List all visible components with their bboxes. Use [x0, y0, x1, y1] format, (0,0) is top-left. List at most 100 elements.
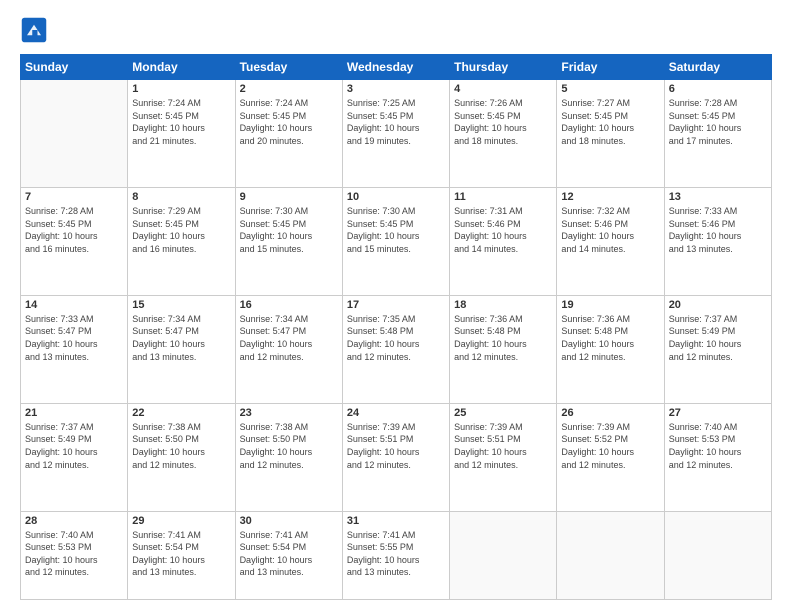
calendar-cell: 17 Sunrise: 7:35 AM Sunset: 5:48 PM Dayli…: [342, 295, 449, 403]
day-number: 7: [25, 191, 123, 203]
weekday-header-thursday: Thursday: [450, 55, 557, 80]
calendar-week-row: 1Sunrise: 7:24 AM Sunset: 5:45 PM Daylig…: [21, 80, 772, 188]
calendar-cell: [450, 511, 557, 599]
day-number: 3: [347, 83, 445, 95]
day-info: Sunrise: 7:30 AM Sunset: 5:45 PM Dayligh…: [240, 205, 338, 255]
calendar-cell: [21, 80, 128, 188]
header: [20, 16, 772, 44]
calendar-cell: 25 Sunrise: 7:39 AM Sunset: 5:51 PM Dayli…: [450, 403, 557, 511]
day-info: Sunrise: 7:27 AM Sunset: 5:45 PM Dayligh…: [561, 97, 659, 147]
day-info: Sunrise: 7:33 AM Sunset: 5:47 PM Dayligh…: [25, 313, 123, 363]
calendar-cell: 8Sunrise: 7:29 AM Sunset: 5:45 PM Daylig…: [128, 187, 235, 295]
page: SundayMondayTuesdayWednesdayThursdayFrid…: [0, 0, 792, 612]
logo-icon: [20, 16, 48, 44]
day-info: Sunrise: 7:40 AM Sunset: 5:53 PM Dayligh…: [669, 421, 767, 471]
day-number: 13: [669, 191, 767, 203]
calendar-cell: [664, 511, 771, 599]
logo: [20, 16, 52, 44]
day-number: 25: [454, 407, 552, 419]
calendar-cell: 31 Sunrise: 7:41 AM Sunset: 5:55 PM Dayli…: [342, 511, 449, 599]
weekday-header-monday: Monday: [128, 55, 235, 80]
day-number: 12: [561, 191, 659, 203]
day-info: Sunrise: 7:39 AM Sunset: 5:51 PM Dayligh…: [347, 421, 445, 471]
calendar-cell: 4 Sunrise: 7:26 AM Sunset: 5:45 PM Daylig…: [450, 80, 557, 188]
day-info: Sunrise: 7:40 AM Sunset: 5:53 PM Dayligh…: [25, 529, 123, 579]
calendar-cell: 29Sunrise: 7:41 AM Sunset: 5:54 PM Dayli…: [128, 511, 235, 599]
day-info: Sunrise: 7:34 AM Sunset: 5:47 PM Dayligh…: [240, 313, 338, 363]
day-number: 20: [669, 299, 767, 311]
calendar-cell: 7 Sunrise: 7:28 AM Sunset: 5:45 PM Daylig…: [21, 187, 128, 295]
calendar-cell: 9 Sunrise: 7:30 AM Sunset: 5:45 PM Daylig…: [235, 187, 342, 295]
day-number: 16: [240, 299, 338, 311]
day-number: 23: [240, 407, 338, 419]
day-info: Sunrise: 7:41 AM Sunset: 5:54 PM Dayligh…: [132, 529, 230, 579]
day-number: 17: [347, 299, 445, 311]
calendar-cell: 28 Sunrise: 7:40 AM Sunset: 5:53 PM Dayli…: [21, 511, 128, 599]
calendar-week-row: 28 Sunrise: 7:40 AM Sunset: 5:53 PM Dayli…: [21, 511, 772, 599]
calendar-week-row: 14 Sunrise: 7:33 AM Sunset: 5:47 PM Dayli…: [21, 295, 772, 403]
calendar-cell: 16 Sunrise: 7:34 AM Sunset: 5:47 PM Dayli…: [235, 295, 342, 403]
day-info: Sunrise: 7:33 AM Sunset: 5:46 PM Dayligh…: [669, 205, 767, 255]
day-number: 26: [561, 407, 659, 419]
day-info: Sunrise: 7:28 AM Sunset: 5:45 PM Dayligh…: [669, 97, 767, 147]
day-number: 4: [454, 83, 552, 95]
day-info: Sunrise: 7:38 AM Sunset: 5:50 PM Dayligh…: [132, 421, 230, 471]
calendar-cell: 19 Sunrise: 7:36 AM Sunset: 5:48 PM Dayli…: [557, 295, 664, 403]
day-info: Sunrise: 7:25 AM Sunset: 5:45 PM Dayligh…: [347, 97, 445, 147]
day-number: 22: [132, 407, 230, 419]
weekday-header-sunday: Sunday: [21, 55, 128, 80]
day-info: Sunrise: 7:38 AM Sunset: 5:50 PM Dayligh…: [240, 421, 338, 471]
day-info: Sunrise: 7:39 AM Sunset: 5:51 PM Dayligh…: [454, 421, 552, 471]
day-info: Sunrise: 7:31 AM Sunset: 5:46 PM Dayligh…: [454, 205, 552, 255]
calendar-header-row: SundayMondayTuesdayWednesdayThursdayFrid…: [21, 55, 772, 80]
day-number: 30: [240, 515, 338, 527]
day-number: 24: [347, 407, 445, 419]
calendar-cell: 27 Sunrise: 7:40 AM Sunset: 5:53 PM Dayli…: [664, 403, 771, 511]
day-info: Sunrise: 7:39 AM Sunset: 5:52 PM Dayligh…: [561, 421, 659, 471]
day-number: 2: [240, 83, 338, 95]
day-info: Sunrise: 7:41 AM Sunset: 5:55 PM Dayligh…: [347, 529, 445, 579]
calendar-cell: 14 Sunrise: 7:33 AM Sunset: 5:47 PM Dayli…: [21, 295, 128, 403]
day-info: Sunrise: 7:36 AM Sunset: 5:48 PM Dayligh…: [454, 313, 552, 363]
day-info: Sunrise: 7:36 AM Sunset: 5:48 PM Dayligh…: [561, 313, 659, 363]
calendar-table: SundayMondayTuesdayWednesdayThursdayFrid…: [20, 54, 772, 600]
day-number: 14: [25, 299, 123, 311]
day-number: 6: [669, 83, 767, 95]
calendar-cell: 30 Sunrise: 7:41 AM Sunset: 5:54 PM Dayli…: [235, 511, 342, 599]
day-info: Sunrise: 7:37 AM Sunset: 5:49 PM Dayligh…: [25, 421, 123, 471]
calendar-cell: [557, 511, 664, 599]
calendar-cell: 12 Sunrise: 7:32 AM Sunset: 5:46 PM Dayli…: [557, 187, 664, 295]
calendar-cell: 22 Sunrise: 7:38 AM Sunset: 5:50 PM Dayli…: [128, 403, 235, 511]
calendar-cell: 2 Sunrise: 7:24 AM Sunset: 5:45 PM Daylig…: [235, 80, 342, 188]
day-info: Sunrise: 7:24 AM Sunset: 5:45 PM Dayligh…: [240, 97, 338, 147]
calendar-cell: 3 Sunrise: 7:25 AM Sunset: 5:45 PM Daylig…: [342, 80, 449, 188]
calendar-cell: 20 Sunrise: 7:37 AM Sunset: 5:49 PM Dayli…: [664, 295, 771, 403]
calendar-cell: 26 Sunrise: 7:39 AM Sunset: 5:52 PM Dayli…: [557, 403, 664, 511]
day-info: Sunrise: 7:32 AM Sunset: 5:46 PM Dayligh…: [561, 205, 659, 255]
day-number: 28: [25, 515, 123, 527]
calendar-cell: 1Sunrise: 7:24 AM Sunset: 5:45 PM Daylig…: [128, 80, 235, 188]
weekday-header-tuesday: Tuesday: [235, 55, 342, 80]
day-number: 9: [240, 191, 338, 203]
day-number: 27: [669, 407, 767, 419]
day-number: 31: [347, 515, 445, 527]
weekday-header-saturday: Saturday: [664, 55, 771, 80]
day-number: 10: [347, 191, 445, 203]
day-info: Sunrise: 7:29 AM Sunset: 5:45 PM Dayligh…: [132, 205, 230, 255]
calendar-week-row: 21Sunrise: 7:37 AM Sunset: 5:49 PM Dayli…: [21, 403, 772, 511]
day-info: Sunrise: 7:28 AM Sunset: 5:45 PM Dayligh…: [25, 205, 123, 255]
day-info: Sunrise: 7:37 AM Sunset: 5:49 PM Dayligh…: [669, 313, 767, 363]
weekday-header-friday: Friday: [557, 55, 664, 80]
day-number: 19: [561, 299, 659, 311]
day-info: Sunrise: 7:41 AM Sunset: 5:54 PM Dayligh…: [240, 529, 338, 579]
calendar-cell: 11 Sunrise: 7:31 AM Sunset: 5:46 PM Dayli…: [450, 187, 557, 295]
weekday-header-wednesday: Wednesday: [342, 55, 449, 80]
calendar-cell: 15Sunrise: 7:34 AM Sunset: 5:47 PM Dayli…: [128, 295, 235, 403]
day-info: Sunrise: 7:26 AM Sunset: 5:45 PM Dayligh…: [454, 97, 552, 147]
calendar-cell: 24 Sunrise: 7:39 AM Sunset: 5:51 PM Dayli…: [342, 403, 449, 511]
calendar-cell: 23 Sunrise: 7:38 AM Sunset: 5:50 PM Dayli…: [235, 403, 342, 511]
day-number: 18: [454, 299, 552, 311]
day-info: Sunrise: 7:35 AM Sunset: 5:48 PM Dayligh…: [347, 313, 445, 363]
day-number: 11: [454, 191, 552, 203]
day-info: Sunrise: 7:30 AM Sunset: 5:45 PM Dayligh…: [347, 205, 445, 255]
